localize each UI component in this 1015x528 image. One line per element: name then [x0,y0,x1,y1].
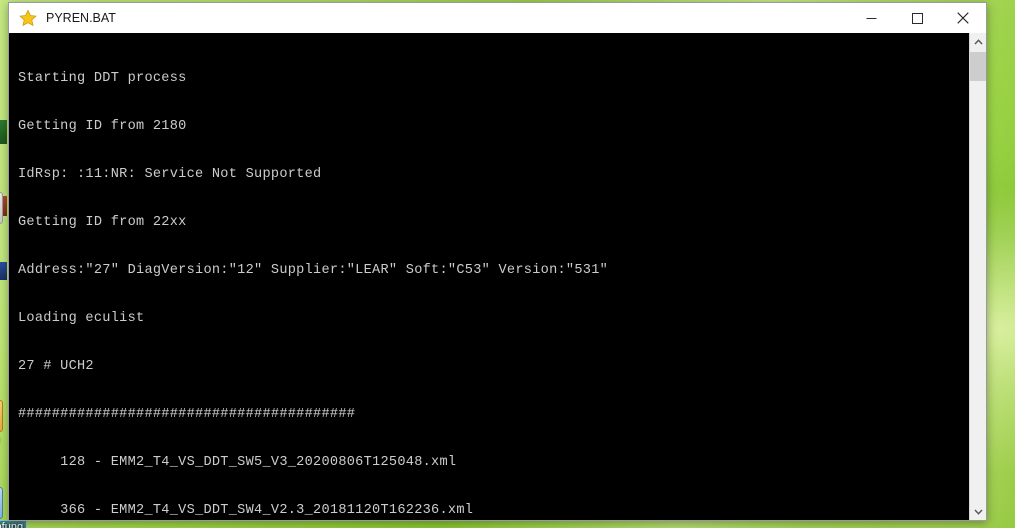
window-title: PYREN.BAT [46,11,116,25]
terminal-separator-line: ######################################## [18,407,356,422]
console-window: PYREN.BAT Starting DDT process Getting I… [8,2,987,521]
chevron-down-icon [973,509,983,515]
desktop-icon-sliver-green [0,120,7,144]
scrollbar-down-button[interactable] [970,503,986,520]
minimize-icon [866,17,876,19]
file-icon [0,192,3,224]
window-client-area: Starting DDT process Getting ID from 218… [9,33,986,520]
chevron-up-icon [973,38,983,44]
maximize-button[interactable] [894,3,940,33]
minimize-button[interactable] [848,3,894,33]
terminal-line: Starting DDT process [18,71,187,86]
desktop-icon-sliver-blue [0,262,7,280]
terminal-line: IdRsp: :11:NR: Service Not Supported [18,167,322,182]
terminal-line: 27 # UCH2 [18,359,94,374]
shortcut-icon [0,487,3,519]
scrollbar-track[interactable] [970,50,986,503]
star-icon [19,9,37,27]
close-icon [957,12,969,24]
desktop-icon-shortcut-label: S Verknüpfung [0,520,27,528]
vertical-scrollbar[interactable] [969,33,986,520]
terminal-output[interactable]: Starting DDT process Getting ID from 218… [9,33,969,520]
folder-icon [0,400,3,432]
scrollbar-thumb[interactable] [970,52,986,81]
window-titlebar[interactable]: PYREN.BAT [9,3,986,33]
terminal-file-entry: 128 - EMM2_T4_VS_DDT_SW5_V3_20200806T125… [18,455,457,470]
terminal-file-entry: 366 - EMM2_T4_VS_DDT_SW4_V2.3_20181120T1… [18,503,474,518]
terminal-line: Getting ID from 22xx [18,215,187,230]
scrollbar-up-button[interactable] [970,33,986,50]
maximize-icon [911,12,923,24]
terminal-line: Address:"27" DiagVersion:"12" Supplier:"… [18,263,609,278]
terminal-line: Getting ID from 2180 [18,119,187,134]
close-button[interactable] [940,3,986,33]
terminal-line: Loading eculist [18,311,145,326]
